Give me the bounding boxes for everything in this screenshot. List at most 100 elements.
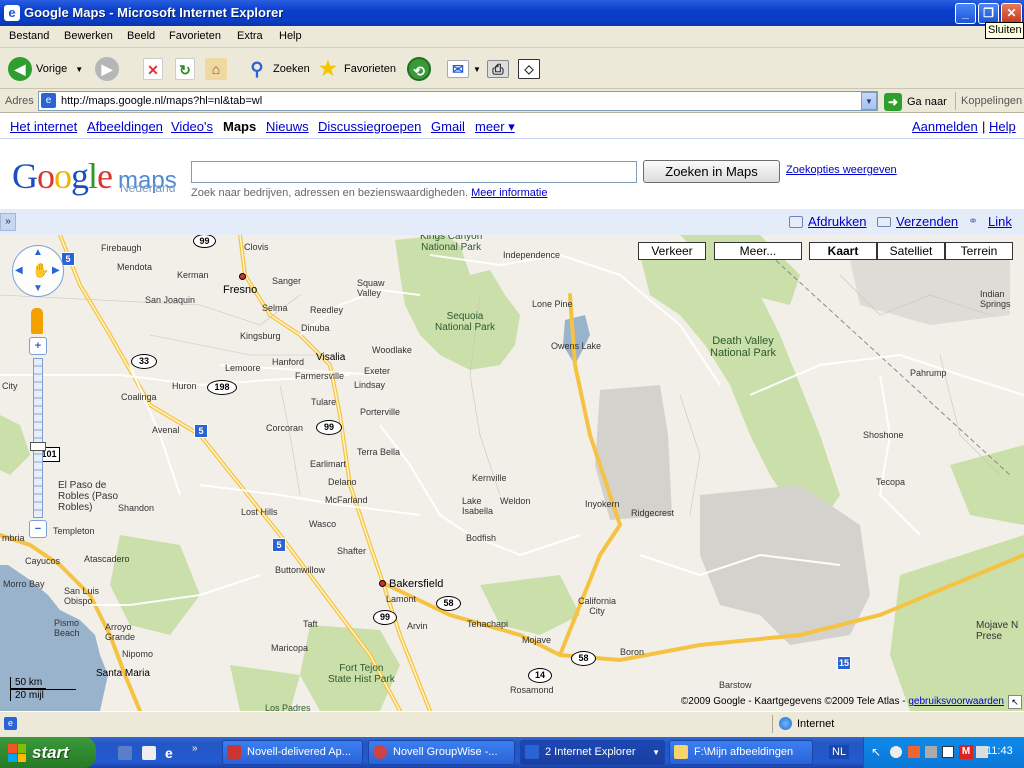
gbar-images[interactable]: Afbeeldingen xyxy=(87,119,163,134)
dropdown-arrow-icon[interactable]: ▼ xyxy=(75,65,83,74)
map-label: Coalinga xyxy=(121,392,157,402)
street-view-pegman-icon[interactable] xyxy=(31,308,43,334)
help-link[interactable]: Help xyxy=(989,119,1016,134)
tray-app-icon[interactable] xyxy=(908,746,920,758)
gbar-video[interactable]: Video's xyxy=(171,119,213,134)
tray-m-icon[interactable]: M xyxy=(959,745,973,759)
gbar-news[interactable]: Nieuws xyxy=(266,119,309,134)
envelope-icon xyxy=(877,217,891,227)
language-indicator[interactable]: NL xyxy=(829,745,850,759)
go-arrow-icon: ➜ xyxy=(884,92,902,111)
address-label: Adres xyxy=(5,95,34,107)
search-options-link[interactable]: Zoekopties weergeven xyxy=(786,164,897,176)
back-button[interactable]: ◀ Vorige ▼ xyxy=(8,55,83,83)
collapse-panel-icon[interactable]: » xyxy=(0,213,16,231)
map-label: Selma xyxy=(262,303,288,313)
pan-right-icon[interactable]: ▶ xyxy=(52,265,60,276)
menu-beeld[interactable]: Beeld xyxy=(127,30,155,42)
gbar-gmail[interactable]: Gmail xyxy=(431,119,465,134)
map-label: Lindsay xyxy=(354,380,386,390)
map-label: Maricopa xyxy=(271,643,309,653)
tray-app-icon[interactable] xyxy=(942,746,954,758)
more-button[interactable]: Meer... xyxy=(714,242,802,260)
close-button[interactable]: ✕ xyxy=(1001,3,1022,24)
task-internet-explorer[interactable]: 2 Internet Explorer ▼ xyxy=(520,740,665,765)
clock[interactable]: 11:43 xyxy=(986,745,1013,757)
home-button[interactable]: ⌂ xyxy=(205,55,231,83)
start-button[interactable]: start xyxy=(0,737,96,768)
zoom-slider[interactable] xyxy=(33,358,43,518)
search-label: Zoeken xyxy=(273,63,310,75)
print-link[interactable]: Afdrukken xyxy=(808,214,867,229)
show-desktop-icon[interactable] xyxy=(118,746,132,760)
traffic-button[interactable]: Verkeer xyxy=(638,242,706,260)
pan-down-icon[interactable]: ▼ xyxy=(33,283,43,294)
menu-bewerken[interactable]: Bewerken xyxy=(64,30,113,42)
links-button[interactable]: Koppelingen xyxy=(961,95,1022,107)
map-label: Buttonwillow xyxy=(275,565,326,575)
search-input[interactable] xyxy=(191,161,637,183)
satellite-view-button[interactable]: Satelliet xyxy=(877,242,945,260)
signin-link[interactable]: Aanmelden xyxy=(912,119,978,134)
zoom-in-button[interactable]: + xyxy=(29,337,47,355)
map-label: Corcoran xyxy=(266,423,304,433)
address-dropdown-icon[interactable]: ▼ xyxy=(861,92,877,110)
pan-up-icon[interactable]: ▲ xyxy=(33,247,43,258)
overview-map-toggle-icon[interactable]: ↖ xyxy=(1008,695,1022,709)
map-graphics xyxy=(0,235,1024,711)
send-link[interactable]: Verzenden xyxy=(896,214,958,229)
task-explorer-folder[interactable]: F:\Mijn afbeeldingen xyxy=(669,740,813,765)
map-view-button[interactable]: Kaart xyxy=(809,242,877,260)
tray-app-icon[interactable] xyxy=(890,746,902,758)
menu-help[interactable]: Help xyxy=(279,30,302,42)
search-button[interactable]: ⚲ Zoeken xyxy=(245,55,310,83)
toolbar: ◀ Vorige ▼ ▶ ✕ ↻ ⌂ ⚲ Zoeken ★ Favorieten… xyxy=(0,49,1024,89)
printer-icon: ⎙ xyxy=(487,60,509,78)
refresh-button[interactable]: ↻ xyxy=(175,55,199,83)
stop-button[interactable]: ✕ xyxy=(143,55,167,83)
pan-left-icon[interactable]: ◀ xyxy=(15,265,23,276)
quicklaunch-app-icon[interactable] xyxy=(142,746,156,760)
task-groupwise[interactable]: Novell GroupWise -... xyxy=(368,740,515,765)
search-maps-button[interactable]: Zoeken in Maps xyxy=(643,160,780,183)
terrain-view-button[interactable]: Terrein xyxy=(945,242,1013,260)
tray-app-icon[interactable] xyxy=(925,746,937,758)
edit-button[interactable]: ◇ xyxy=(518,55,544,83)
mail-dropdown-icon[interactable]: ▼ xyxy=(473,65,481,74)
history-button[interactable]: ⟲ xyxy=(407,55,435,83)
link-link[interactable]: Link xyxy=(988,214,1012,229)
quicklaunch-more-icon[interactable]: » xyxy=(192,743,198,754)
address-input[interactable]: http://maps.google.nl/maps?hl=nl&tab=wl xyxy=(38,91,878,111)
tray-arrow-icon[interactable]: ↖ xyxy=(871,745,881,759)
menu-bestand[interactable]: Bestand xyxy=(9,30,49,42)
pan-control[interactable]: ▲ ▼ ◀ ▶ ✋ xyxy=(12,245,64,297)
minimize-button[interactable]: _ xyxy=(955,3,976,24)
map-label: Dinuba xyxy=(301,323,330,333)
hand-icon: ✋ xyxy=(32,262,50,278)
home-icon: ⌂ xyxy=(205,58,227,80)
terms-link[interactable]: gebruiksvoorwaarden xyxy=(908,696,1004,707)
print-button[interactable]: ⎙ xyxy=(487,55,513,83)
map-label: Exeter xyxy=(364,366,391,376)
maximize-button[interactable]: ❐ xyxy=(978,3,999,24)
history-icon: ⟲ xyxy=(407,57,431,81)
page-status-icon: e xyxy=(4,717,17,730)
gbar-more[interactable]: meer ▾ xyxy=(475,119,515,135)
map-canvas[interactable]: Firebaugh Mendota Kerman Fresno Clovis S… xyxy=(0,235,1024,711)
highway-shield: 58 xyxy=(436,596,461,611)
zoom-slider-handle[interactable] xyxy=(30,442,46,451)
task-novell-delivered[interactable]: Novell-delivered Ap... xyxy=(222,740,363,765)
gbar-web[interactable]: Het internet xyxy=(10,119,77,134)
gbar-groups[interactable]: Discussiegroepen xyxy=(318,119,421,134)
go-button[interactable]: ➜ Ga naar xyxy=(884,92,947,111)
forward-button[interactable]: ▶ xyxy=(95,55,123,83)
menu-extra[interactable]: Extra xyxy=(237,30,263,42)
more-info-link[interactable]: Meer informatie xyxy=(471,187,547,199)
security-zone: Internet xyxy=(797,718,835,730)
favorites-button[interactable]: ★ Favorieten xyxy=(316,55,396,83)
quicklaunch-ie-icon[interactable]: e xyxy=(165,745,173,761)
menu-favorieten[interactable]: Favorieten xyxy=(169,30,221,42)
map-label: mbria xyxy=(2,533,25,543)
zoom-out-button[interactable]: − xyxy=(29,520,47,538)
mail-button[interactable]: ✉ ▼ xyxy=(447,55,481,83)
